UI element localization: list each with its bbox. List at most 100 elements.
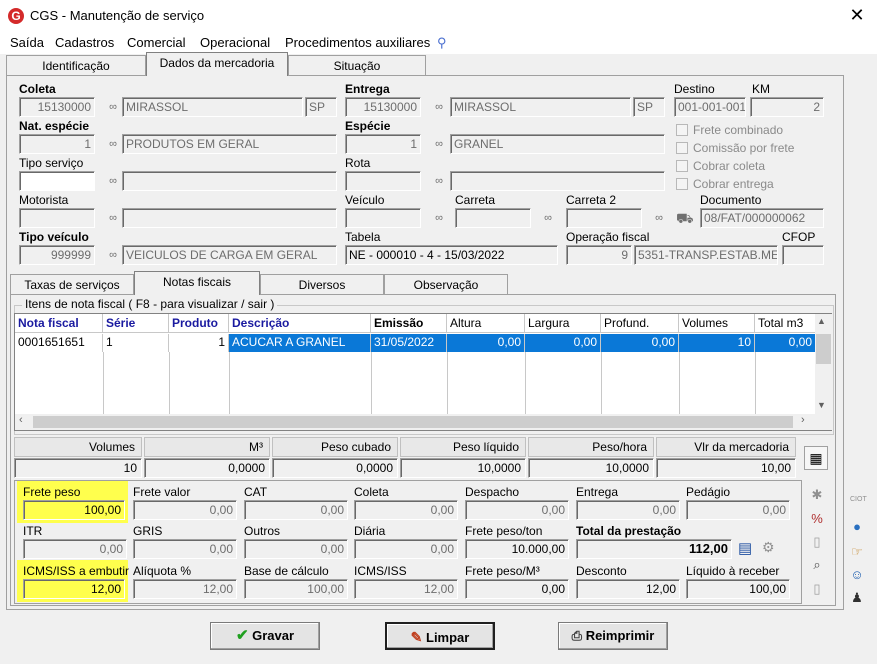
notas-grid[interactable]: Nota fiscal Série Produto Descrição Emis…	[14, 313, 832, 431]
person-icon[interactable]: ♟	[848, 589, 866, 607]
pedagio-field[interactable]: 0,00	[686, 500, 790, 520]
binoculars-icon[interactable]: ∞	[432, 212, 446, 224]
motorista-field[interactable]	[19, 208, 95, 228]
globe-icon[interactable]: ●	[848, 518, 866, 536]
percent-doc-icon[interactable]: %	[808, 510, 826, 528]
aliquota-field[interactable]: 12,00	[133, 579, 237, 599]
cell-volumes[interactable]: 10	[679, 334, 755, 352]
users-icon[interactable]: ☺	[848, 566, 866, 584]
tabela-field[interactable]: NE - 000010 - 4 - 15/03/2022	[345, 245, 558, 265]
desconto-field[interactable]: 12,00	[576, 579, 680, 599]
tipo-veiculo-code-field[interactable]: 999999	[19, 245, 95, 265]
binoculars-icon[interactable]: ∞	[106, 175, 120, 187]
coleta-valor-field[interactable]: 0,00	[354, 500, 458, 520]
menu-saida[interactable]: Saída	[10, 35, 44, 50]
operacao-desc-field[interactable]: 5351-TRANSP.ESTAB.ME	[634, 245, 778, 265]
tab-notas-fiscais[interactable]: Notas fiscais	[134, 271, 260, 295]
frete-combinado-checkbox[interactable]	[676, 124, 688, 136]
binoculars-icon[interactable]: ∞	[432, 175, 446, 187]
cell-descricao[interactable]: ACUCAR A GRANEL	[229, 334, 371, 352]
menu-operacional[interactable]: Operacional	[200, 35, 270, 50]
binoculars-icon[interactable]: ∞	[652, 212, 666, 224]
comissao-frete-checkbox[interactable]	[676, 142, 688, 154]
truck-icon[interactable]: ⛟	[676, 210, 694, 229]
col-volumes[interactable]: Volumes	[679, 314, 755, 333]
rota-desc-field[interactable]	[450, 171, 665, 191]
binoculars-icon[interactable]: ∞	[541, 212, 555, 224]
gris-field[interactable]: 0,00	[133, 539, 237, 559]
scroll-down-icon[interactable]: ▼	[817, 400, 826, 410]
scroll-right-icon[interactable]: ›	[801, 414, 805, 426]
close-icon[interactable]: ✕	[846, 4, 868, 26]
cell-emissao[interactable]: 31/05/2022	[371, 334, 447, 352]
cat-field[interactable]: 0,00	[244, 500, 348, 520]
binoculars-icon[interactable]: ∞	[432, 101, 446, 113]
entrega-uf-field[interactable]: SP	[633, 97, 665, 117]
icms-embutir-field[interactable]: 12,00	[23, 579, 125, 599]
book-icon[interactable]: ▤	[738, 539, 752, 557]
doc-icon[interactable]: ▯	[808, 533, 826, 551]
cobrar-entrega-checkbox[interactable]	[676, 178, 688, 190]
veiculo-field[interactable]	[345, 208, 421, 228]
especie-desc-field[interactable]: GRANEL	[450, 134, 665, 154]
col-nota-fiscal[interactable]: Nota fiscal	[15, 314, 103, 333]
itr-field[interactable]: 0,00	[23, 539, 127, 559]
tab-dados-mercadoria[interactable]: Dados da mercadoria	[146, 52, 288, 76]
col-largura[interactable]: Largura	[525, 314, 601, 333]
km-field[interactable]: 2	[750, 97, 824, 117]
col-altura[interactable]: Altura	[447, 314, 525, 333]
entrega-city-field[interactable]: MIRASSOL	[450, 97, 631, 117]
frete-peso-field[interactable]: 100,00	[23, 500, 125, 520]
icms-iss-field[interactable]: 12,00	[354, 579, 458, 599]
col-produto[interactable]: Produto	[169, 314, 229, 333]
binoculars-icon[interactable]: ∞	[106, 212, 120, 224]
rota-field[interactable]	[345, 171, 421, 191]
coleta-uf-field[interactable]: SP	[305, 97, 337, 117]
coleta-code-field[interactable]: 15130000	[19, 97, 95, 117]
menu-cadastros[interactable]: Cadastros	[55, 35, 114, 50]
binoculars-icon[interactable]: ∞	[432, 138, 446, 150]
link-icon[interactable]: ⚲	[437, 35, 447, 51]
frete-valor-field[interactable]: 0,00	[133, 500, 237, 520]
cell-profund[interactable]: 0,00	[601, 334, 679, 352]
col-profund[interactable]: Profund.	[601, 314, 679, 333]
hscroll-thumb[interactable]	[33, 416, 793, 428]
tab-identificacao[interactable]: Identificação	[6, 55, 146, 76]
motorista-desc-field[interactable]	[122, 208, 337, 228]
documento-field[interactable]: 08/FAT/000000062	[700, 208, 824, 228]
tab-situacao[interactable]: Situação	[288, 55, 426, 76]
doc2-icon[interactable]: ▯	[808, 580, 826, 598]
calculator-icon[interactable]: ▦	[804, 446, 828, 470]
base-calculo-field[interactable]: 100,00	[244, 579, 348, 599]
entrega-valor-field[interactable]: 0,00	[576, 500, 680, 520]
tab-diversos[interactable]: Diversos	[260, 274, 384, 295]
especie-code-field[interactable]: 1	[345, 134, 421, 154]
despacho-field[interactable]: 0,00	[465, 500, 569, 520]
virus-icon[interactable]: ✱	[808, 486, 826, 504]
cfop-field[interactable]	[782, 245, 824, 265]
col-serie[interactable]: Série	[103, 314, 169, 333]
col-descricao[interactable]: Descrição	[229, 314, 371, 333]
destino-field[interactable]: 001-001-001	[674, 97, 746, 117]
cobrar-coleta-checkbox[interactable]	[676, 160, 688, 172]
tipo-servico-field[interactable]	[19, 171, 95, 191]
binoculars-icon[interactable]: ∞	[106, 249, 120, 261]
vertical-scrollbar[interactable]	[815, 314, 832, 414]
nat-especie-code-field[interactable]: 1	[19, 134, 95, 154]
cell-total-m3[interactable]: 0,00	[755, 334, 815, 352]
operacao-code-field[interactable]: 9	[566, 245, 632, 265]
search-doc-icon[interactable]: ⌕	[808, 556, 826, 574]
tipo-veiculo-desc-field[interactable]: VEICULOS DE CARGA EM GERAL	[122, 245, 337, 265]
menu-procedimentos[interactable]: Procedimentos auxiliares	[285, 35, 430, 50]
carreta-field[interactable]	[455, 208, 531, 228]
cell-altura[interactable]: 0,00	[447, 334, 525, 352]
tab-taxas-servicos[interactable]: Taxas de serviços	[10, 274, 134, 295]
binoculars-icon[interactable]: ∞	[106, 138, 120, 150]
scroll-thumb[interactable]	[816, 334, 831, 364]
outros-field[interactable]: 0,00	[244, 539, 348, 559]
carreta2-field[interactable]	[566, 208, 642, 228]
cell-nota-fiscal[interactable]: 0001651651	[15, 334, 103, 352]
total-prestacao-field[interactable]: 112,00	[576, 539, 732, 559]
entrega-code-field[interactable]: 15130000	[345, 97, 421, 117]
frete-peso-m3-field[interactable]: 0,00	[465, 579, 569, 599]
